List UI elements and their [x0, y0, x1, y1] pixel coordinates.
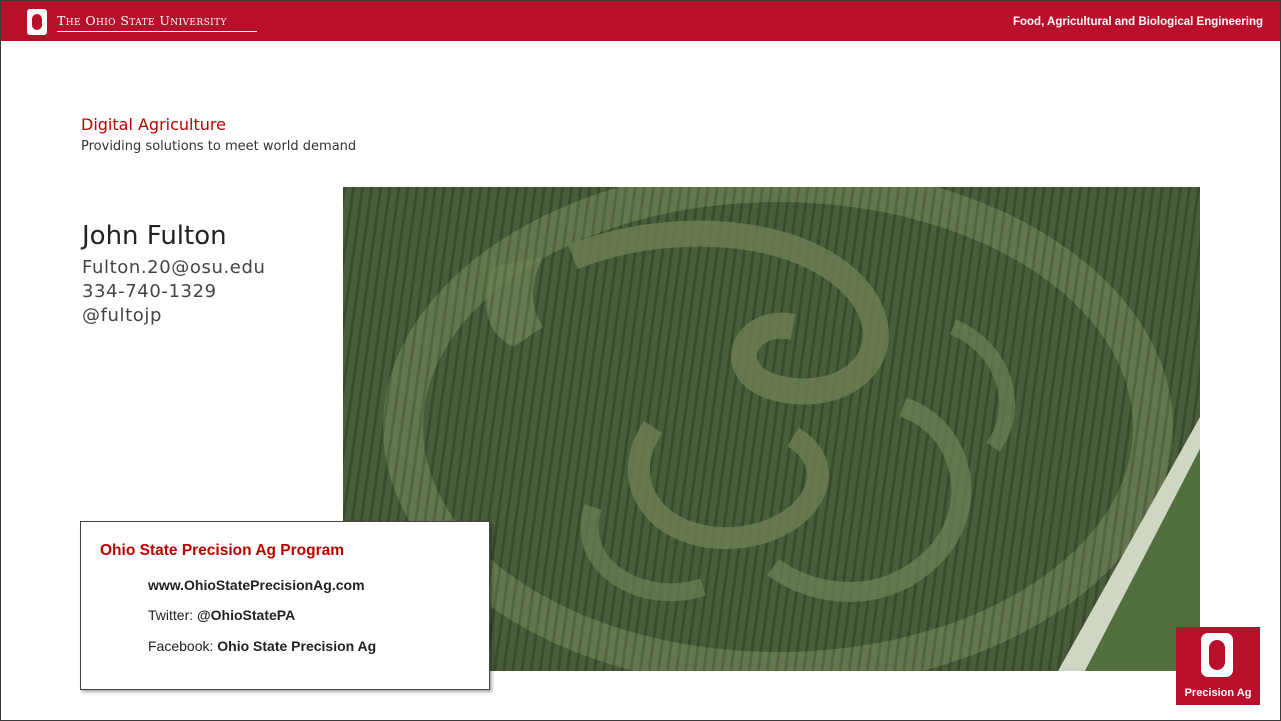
header-bar: The Ohio State University Food, Agricult…: [1, 1, 1280, 41]
program-facebook: Facebook: Ohio State Precision Ag: [148, 638, 376, 654]
department-name: Food, Agricultural and Biological Engine…: [1012, 16, 1263, 28]
program-website-text: www.OhioStatePrecisionAg.com: [148, 577, 365, 593]
facebook-page[interactable]: Ohio State Precision Ag: [217, 638, 376, 654]
program-info-box: Ohio State Precision Ag Program www.Ohio…: [80, 521, 490, 690]
twitter-label: Twitter:: [148, 607, 198, 623]
block-o-icon: [1201, 633, 1233, 677]
program-website[interactable]: www.OhioStatePrecisionAg.com: [148, 577, 365, 593]
facebook-label: Facebook:: [148, 638, 218, 654]
program-heading: Ohio State Precision Ag Program: [100, 542, 345, 559]
university-name: The Ohio State University: [57, 13, 227, 28]
twitter-handle[interactable]: @OhioStatePA: [197, 607, 295, 623]
university-underline: [57, 31, 257, 32]
contact-handle: @fultojp: [82, 305, 163, 326]
contact-email[interactable]: Fulton.20@osu.edu: [82, 257, 266, 278]
block-o-logo-icon: [27, 9, 47, 35]
precision-ag-logo-icon: Precision Ag: [1176, 627, 1260, 705]
program-twitter: Twitter: @OhioStatePA: [148, 607, 295, 623]
precision-ag-logo-text: Precision Ag: [1184, 687, 1252, 699]
slide-title: Digital Agriculture: [81, 115, 226, 134]
contact-name: John Fulton: [82, 221, 227, 251]
contact-phone: 334-740-1329: [82, 281, 217, 302]
slide-subtitle: Providing solutions to meet world demand: [81, 139, 357, 154]
